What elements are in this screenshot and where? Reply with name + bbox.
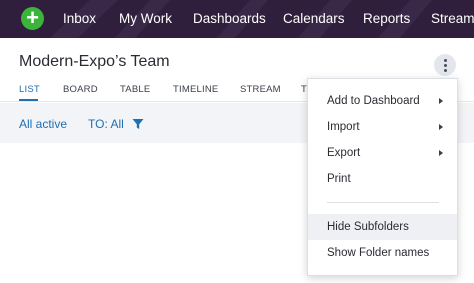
nav-item-reports[interactable]: Reports [363,11,410,26]
menu-item-show-folder-names[interactable]: Show Folder names [308,240,457,266]
tab-timeline[interactable]: TIMELINE [173,84,218,95]
menu-item-label: Hide Subfolders [327,221,409,233]
menu-item-export[interactable]: Export [308,140,457,166]
add-new-button[interactable]: + [21,4,44,30]
menu-item-label: Print [327,173,351,185]
menu-item-label: Add to Dashboard [327,95,420,107]
menu-item-add-to-dashboard[interactable]: Add to Dashboard [308,88,457,114]
status-filter[interactable]: All active [19,117,67,131]
menu-item-label: Export [327,147,361,159]
funnel-icon[interactable] [132,118,144,130]
submenu-arrow-icon [439,150,443,156]
tab-table[interactable]: TABLE [120,84,150,95]
page-title: Modern-Expo’s Team [19,53,170,70]
submenu-arrow-icon [439,124,443,130]
tab-stream[interactable]: STREAM [240,84,281,95]
more-vertical-icon [443,58,447,62]
menu-item-hide-subfolders[interactable]: Hide Subfolders [308,214,457,240]
more-options-button[interactable] [434,54,456,76]
menu-item-import[interactable]: Import [308,114,457,140]
tab-list[interactable]: LIST [19,84,40,95]
menu-item-label: Show Folder names [327,247,430,259]
nav-item-inbox[interactable]: Inbox [63,11,96,26]
nav-item-calendars[interactable]: Calendars [283,11,345,26]
assignee-filter[interactable]: TO: All [88,117,124,131]
submenu-arrow-icon [439,98,443,104]
top-navigation-bar: + Inbox My Work Dashboards Calendars Rep… [0,0,474,38]
app-window: + Inbox My Work Dashboards Calendars Rep… [0,0,474,283]
nav-item-my-work[interactable]: My Work [119,11,172,26]
nav-item-stream[interactable]: Stream [431,11,474,26]
menu-item-print[interactable]: Print [308,166,457,192]
more-options-menu: Add to Dashboard Import Export Print Hid… [307,78,458,276]
tab-board[interactable]: BOARD [63,84,98,95]
nav-item-dashboards[interactable]: Dashboards [193,11,266,26]
menu-divider [327,202,439,203]
menu-item-label: Import [327,121,360,133]
plus-icon: + [26,4,39,30]
